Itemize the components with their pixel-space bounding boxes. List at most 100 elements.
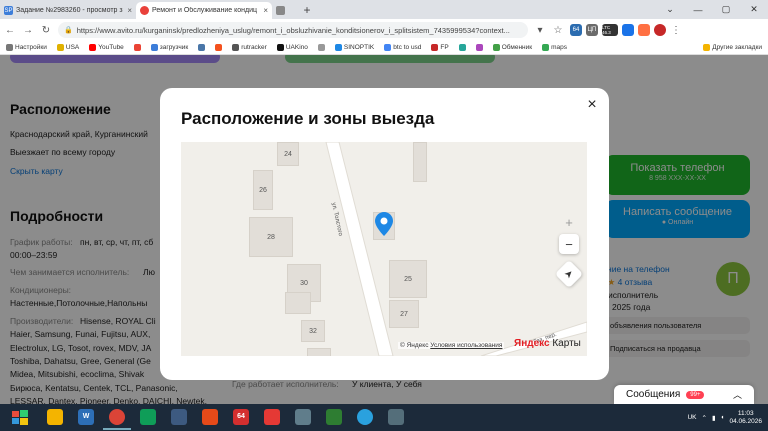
close-icon[interactable]: ✕: [740, 4, 768, 15]
bookmark-uakino[interactable]: UAKino: [276, 44, 308, 51]
language-indicator[interactable]: UK: [687, 414, 696, 421]
maximize-icon[interactable]: ▢: [712, 4, 740, 15]
app-icon: [326, 408, 342, 425]
modal-title: Расположение и зоны выезда: [181, 109, 435, 128]
bookmark-other[interactable]: Другие закладки: [703, 44, 762, 51]
building-28: 28: [249, 217, 293, 257]
tab-close-icon[interactable]: ×: [127, 6, 132, 15]
bookmark-gmail[interactable]: [133, 44, 141, 51]
app-icon: W: [78, 408, 94, 425]
bookmark-rutracker[interactable]: rutracker: [232, 44, 267, 51]
close-icon[interactable]: ×: [584, 97, 600, 113]
bookmark-misc2[interactable]: [458, 44, 466, 51]
bookmark-sinoptik[interactable]: SINOPTIK: [334, 44, 374, 51]
app-icon: 64: [233, 408, 249, 425]
minimize-icon[interactable]: —: [684, 5, 712, 15]
bookmark-fb[interactable]: [215, 44, 223, 51]
bookmark-misc3[interactable]: [475, 44, 483, 51]
network-icon[interactable]: ▮: [712, 414, 716, 422]
rutracker-icon: [232, 44, 240, 51]
taskbar-explorer[interactable]: [41, 406, 69, 430]
chevron-up-icon[interactable]: ︿: [733, 388, 742, 401]
taskbar-app[interactable]: W: [72, 406, 100, 430]
app-icon: [171, 408, 187, 425]
app-icon: [388, 408, 404, 425]
media-player-icon: [202, 408, 218, 425]
taskbar-app[interactable]: [134, 406, 162, 430]
taskbar-app[interactable]: [289, 406, 317, 430]
chrome-icon: [109, 408, 125, 425]
bookmark-loader[interactable]: загрузчик: [150, 44, 188, 51]
star-icon[interactable]: ☆: [552, 25, 564, 36]
building-24: 24: [277, 142, 299, 166]
maps-icon: [542, 44, 550, 51]
yandex-maps-logo[interactable]: Яндекс Карты: [514, 338, 581, 349]
taskbar-chrome[interactable]: [103, 406, 131, 430]
bookmark-exchanger[interactable]: Обменник: [492, 44, 532, 51]
map-copyright: © Яндекс Условия использования: [398, 342, 505, 349]
location-pin-icon[interactable]: [375, 212, 393, 236]
building-block: [285, 292, 311, 314]
volume-icon[interactable]: ◖: [721, 414, 725, 421]
building-block: [307, 348, 331, 356]
clock[interactable]: 11:03 04.06.2026: [729, 410, 762, 426]
tab-extra[interactable]: [272, 2, 298, 19]
taskbar-app[interactable]: 64: [227, 406, 255, 430]
bookmark-btc[interactable]: btc to usd: [384, 44, 421, 51]
system-tray: UK ⌃ ▮ ◖ 11:03 04.06.2026: [687, 410, 768, 426]
bookmark-fp[interactable]: FP: [431, 44, 449, 51]
fp-icon: [431, 44, 439, 51]
clock-time: 11:03: [737, 409, 754, 417]
menu-icon[interactable]: ⋮: [670, 24, 682, 36]
tab-close-icon[interactable]: ×: [263, 6, 268, 15]
new-tab-icon[interactable]: +: [300, 3, 314, 17]
dropdown-icon[interactable]: ▾: [534, 25, 546, 36]
bookmark-misc[interactable]: [317, 44, 325, 51]
lock-icon: 🔒: [64, 27, 73, 34]
forward-icon[interactable]: →: [22, 25, 34, 36]
exchange-icon: [492, 44, 500, 51]
taskbar-app[interactable]: [165, 406, 193, 430]
url-input[interactable]: 🔒 https://www.avito.ru/kurganinsk/predlo…: [58, 22, 528, 38]
bookmark-youtube[interactable]: YouTube: [89, 44, 124, 51]
flag-icon: [56, 44, 64, 51]
map[interactable]: 24 26 28 30 32 25 27 ул. Толстого Газ. п…: [181, 142, 587, 356]
terms-link[interactable]: Условия использования: [430, 342, 502, 349]
tab-task[interactable]: SP Задание №2983260 - просмотр з ×: [0, 2, 136, 19]
taskbar-telegram[interactable]: [351, 406, 379, 430]
back-icon[interactable]: ←: [4, 25, 16, 36]
chevron-up-icon[interactable]: ⌃: [701, 414, 706, 422]
building-block: [413, 142, 427, 182]
chevron-down-icon[interactable]: ⌄: [656, 4, 684, 15]
extension-icon[interactable]: LTC 46.3: [602, 24, 618, 36]
map-roads: [325, 142, 587, 356]
taskbar-app[interactable]: [320, 406, 348, 430]
taskbar-app[interactable]: [258, 406, 286, 430]
extension-icon[interactable]: [654, 24, 666, 36]
building-25: 25: [389, 260, 427, 298]
bookmark-maps[interactable]: maps: [542, 44, 567, 51]
zoom-in-button[interactable]: +: [559, 212, 579, 232]
weather-icon: [334, 44, 342, 51]
messages-label: Сообщения: [626, 389, 681, 400]
extension-icon[interactable]: [638, 24, 650, 36]
extension-icon[interactable]: [622, 24, 634, 36]
extension-icon[interactable]: 64: [570, 24, 582, 36]
youtube-icon: [89, 44, 97, 51]
bookmark-settings[interactable]: Настройки: [6, 44, 47, 51]
taskbar-app[interactable]: [382, 406, 410, 430]
tab-avito[interactable]: Ремонт и Обслуживание кондиц ×: [136, 2, 272, 19]
bookmark-vk[interactable]: [198, 44, 206, 51]
bookmark-usa[interactable]: USA: [56, 44, 79, 51]
folder-icon: [703, 44, 711, 51]
address-bar-row: ← → ↻ 🔒 https://www.avito.ru/kurganinsk/…: [0, 19, 768, 41]
taskbar-app[interactable]: [196, 406, 224, 430]
messages-bar[interactable]: Сообщения 99+ ︿: [614, 385, 754, 404]
extension-icon[interactable]: ЦП: [586, 24, 598, 36]
reload-icon[interactable]: ↻: [40, 25, 52, 36]
bookmark-icon: [475, 44, 483, 51]
zoom-out-button[interactable]: −: [559, 234, 579, 254]
start-button[interactable]: [2, 406, 38, 430]
bookmark-icon: [458, 44, 466, 51]
tab-favicon-icon: [276, 6, 285, 15]
